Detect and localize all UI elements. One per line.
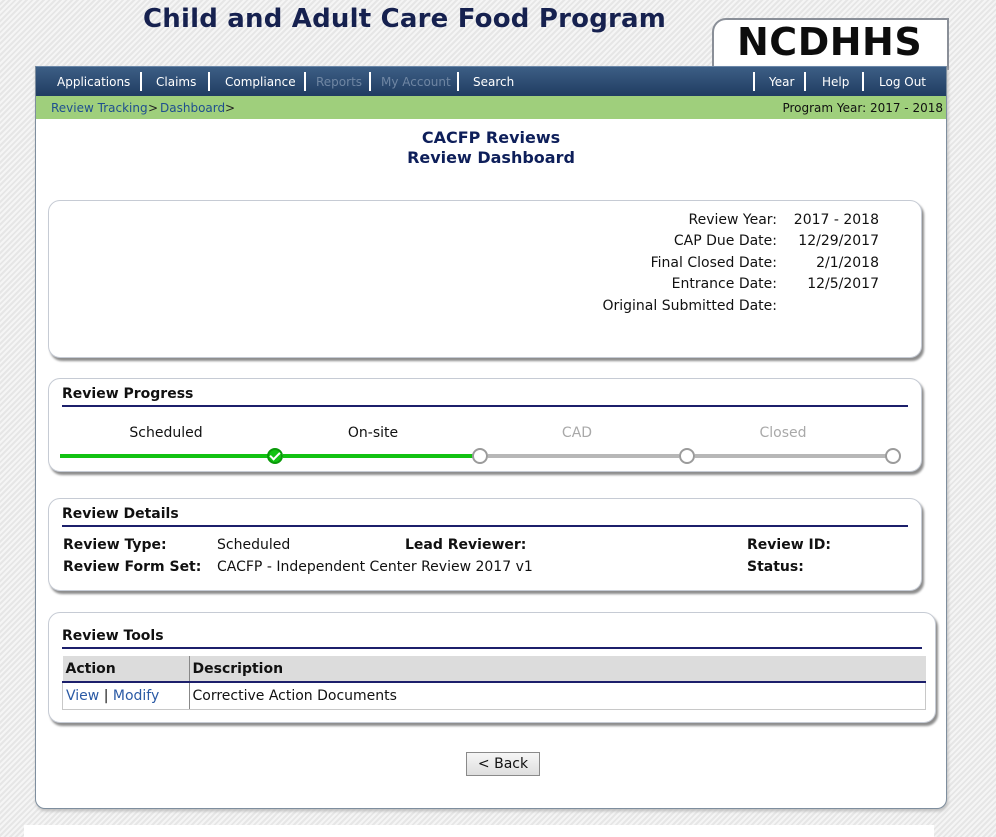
progress-track-pending: [488, 454, 679, 458]
review-tools-panel: Review Tools Action Description View | M…: [48, 612, 936, 723]
nav-divider: [208, 72, 210, 91]
status-label: Status:: [747, 559, 804, 575]
final-closed-date-value: 2/1/2018: [816, 255, 879, 271]
program-year: Program Year: 2017 - 2018: [782, 101, 943, 115]
progress-track-pending: [695, 454, 886, 458]
nav-claims[interactable]: Claims: [156, 75, 196, 89]
breadcrumb-review-tracking[interactable]: Review Tracking: [51, 101, 148, 115]
step-label-scheduled: Scheduled: [129, 425, 203, 441]
action-separator: |: [103, 688, 109, 704]
modify-link[interactable]: Modify: [113, 688, 159, 704]
page-title: CACFP Reviews: [421, 128, 561, 147]
action-cell: View | Modify: [62, 682, 190, 710]
original-submitted-date-label: Original Submitted Date:: [602, 298, 777, 314]
summary-panel: Review Year: 2017 - 2018 CAP Due Date: 1…: [48, 200, 922, 358]
review-form-set-value: CACFP - Independent Center Review 2017 v…: [217, 559, 533, 575]
description-cell: Corrective Action Documents: [189, 682, 926, 710]
nav-divider: [862, 72, 864, 91]
final-closed-date-label: Final Closed Date:: [650, 255, 777, 271]
view-link[interactable]: View: [66, 688, 99, 704]
step-label-on-site: On-site: [347, 425, 399, 441]
nav-divider: [804, 72, 806, 91]
nav-divider: [304, 72, 306, 91]
progress-track-complete: [283, 454, 479, 458]
review-details-panel: Review Details Review Type: Scheduled Le…: [48, 498, 922, 591]
page-subtitle: Review Dashboard: [407, 148, 575, 167]
step-node-pending-icon: [679, 448, 695, 464]
table-header-row: Action Description: [62, 656, 926, 683]
review-id-label: Review ID:: [747, 537, 831, 553]
entrance-date-value: 12/5/2017: [807, 276, 879, 292]
nav-reports: Reports: [316, 75, 363, 89]
main-frame: Applications Claims Compliance Reports M…: [35, 66, 947, 809]
nav-divider: [753, 72, 755, 91]
progress-track-complete: [60, 454, 274, 458]
ncdhhs-logo: NCDHHS: [737, 20, 923, 64]
review-tools-heading: Review Tools: [62, 628, 922, 649]
step-label-closed: Closed: [759, 425, 807, 441]
nav-help[interactable]: Help: [822, 75, 849, 89]
review-form-set-label: Review Form Set:: [63, 559, 202, 575]
review-progress-heading: Review Progress: [62, 386, 908, 407]
nav-log-out[interactable]: Log Out: [879, 75, 926, 89]
review-type-value: Scheduled: [217, 537, 291, 553]
column-header-description: Description: [189, 656, 926, 683]
step-node-pending-icon: [472, 448, 488, 464]
nav-applications[interactable]: Applications: [57, 75, 130, 89]
app-title: Child and Adult Care Food Program: [143, 4, 667, 34]
nav-divider: [369, 72, 371, 91]
check-icon: [267, 448, 283, 464]
step-node-pending-icon: [885, 448, 901, 464]
review-progress-panel: Review Progress Scheduled On-site CAD Cl…: [48, 378, 922, 472]
review-type-label: Review Type:: [63, 537, 167, 553]
step-label-cad: CAD: [561, 425, 593, 441]
nav-divider: [140, 72, 142, 91]
entrance-date-label: Entrance Date:: [671, 276, 777, 292]
column-header-action: Action: [62, 656, 190, 683]
cap-due-date-value: 12/29/2017: [798, 233, 879, 249]
nav-divider: [457, 72, 459, 91]
breadcrumb-dashboard[interactable]: Dashboard: [160, 101, 225, 115]
top-navbar: Applications Claims Compliance Reports M…: [36, 66, 946, 97]
breadcrumb-separator: >: [225, 101, 236, 115]
cap-due-date-label: CAP Due Date:: [673, 233, 777, 249]
review-tools-table: Action Description View | Modify Correct…: [62, 656, 926, 710]
bottom-strip: [24, 825, 934, 837]
table-row: View | Modify Corrective Action Document…: [62, 682, 926, 710]
nav-year[interactable]: Year: [769, 75, 794, 89]
lead-reviewer-label: Lead Reviewer:: [405, 537, 527, 553]
back-button[interactable]: < Back: [466, 752, 540, 776]
breadcrumb: Review Tracking > Dashboard > Program Ye…: [36, 96, 946, 119]
nav-compliance[interactable]: Compliance: [225, 75, 296, 89]
breadcrumb-separator: >: [148, 101, 159, 115]
review-year-label: Review Year:: [688, 212, 777, 228]
review-details-heading: Review Details: [62, 506, 908, 527]
nav-my-account: My Account: [381, 75, 451, 89]
review-year-value: 2017 - 2018: [793, 212, 879, 228]
nav-search[interactable]: Search: [473, 75, 514, 89]
